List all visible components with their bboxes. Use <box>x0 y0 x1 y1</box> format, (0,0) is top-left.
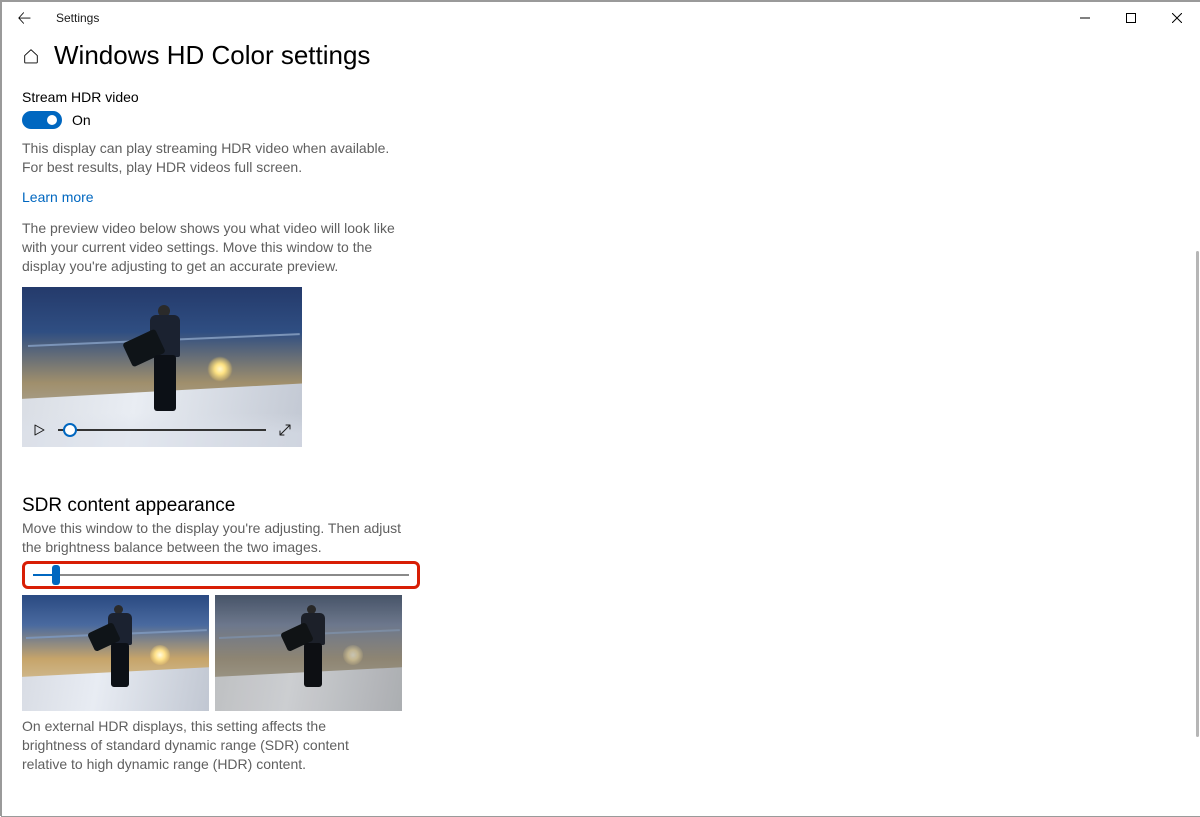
settings-column: Stream HDR video On This display can pla… <box>22 89 402 774</box>
play-icon <box>32 423 46 437</box>
video-seek-thumb[interactable] <box>63 423 77 437</box>
video-controls <box>22 413 302 447</box>
sdr-section: SDR content appearance Move this window … <box>22 495 402 773</box>
preview-description: The preview video below shows you what v… <box>22 219 402 276</box>
sdr-brightness-slider[interactable] <box>33 573 409 577</box>
sdr-footnote: On external HDR displays, this setting a… <box>22 717 382 774</box>
fullscreen-button[interactable] <box>278 423 292 437</box>
sdr-compare-row <box>22 595 402 711</box>
learn-more-link[interactable]: Learn more <box>22 189 402 205</box>
stream-hdr-toggle[interactable] <box>22 111 62 129</box>
back-button[interactable] <box>10 4 38 32</box>
sdr-sample-sdr <box>215 595 402 711</box>
toggle-knob <box>47 115 57 125</box>
vertical-scrollbar[interactable] <box>1196 32 1199 815</box>
fullscreen-icon <box>278 423 292 437</box>
app-title: Settings <box>56 11 99 25</box>
video-seek-slider[interactable] <box>58 429 266 431</box>
sdr-title: SDR content appearance <box>22 495 402 517</box>
stream-hdr-label: Stream HDR video <box>22 89 402 105</box>
home-outline-icon <box>22 47 40 65</box>
arrow-left-icon <box>17 11 31 25</box>
preview-illustration-sun <box>208 357 232 381</box>
maximize-icon <box>1126 13 1136 23</box>
close-icon <box>1172 13 1182 23</box>
minimize-icon <box>1080 13 1090 23</box>
sdr-sample-hdr <box>22 595 209 711</box>
sdr-instruction: Move this window to the display you're a… <box>22 519 402 557</box>
preview-video[interactable] <box>22 287 302 447</box>
play-button[interactable] <box>32 423 46 437</box>
preview-illustration-person <box>140 305 192 415</box>
stream-hdr-description: This display can play streaming HDR vide… <box>22 139 402 177</box>
maximize-button[interactable] <box>1108 2 1154 34</box>
close-button[interactable] <box>1154 2 1200 34</box>
scrollbar-thumb[interactable] <box>1196 251 1199 736</box>
window-controls <box>1062 2 1200 34</box>
minimize-button[interactable] <box>1062 2 1108 34</box>
page-title: Windows HD Color settings <box>54 40 370 71</box>
home-icon[interactable] <box>22 47 40 65</box>
sdr-slider-highlight <box>22 561 420 589</box>
stream-hdr-toggle-row: On <box>22 111 402 129</box>
slider-thumb[interactable] <box>52 565 60 585</box>
page-header: Windows HD Color settings <box>22 40 1200 71</box>
content-area: Windows HD Color settings Stream HDR vid… <box>2 34 1200 774</box>
stream-hdr-toggle-state: On <box>72 112 91 128</box>
title-bar: Settings <box>2 2 1200 34</box>
